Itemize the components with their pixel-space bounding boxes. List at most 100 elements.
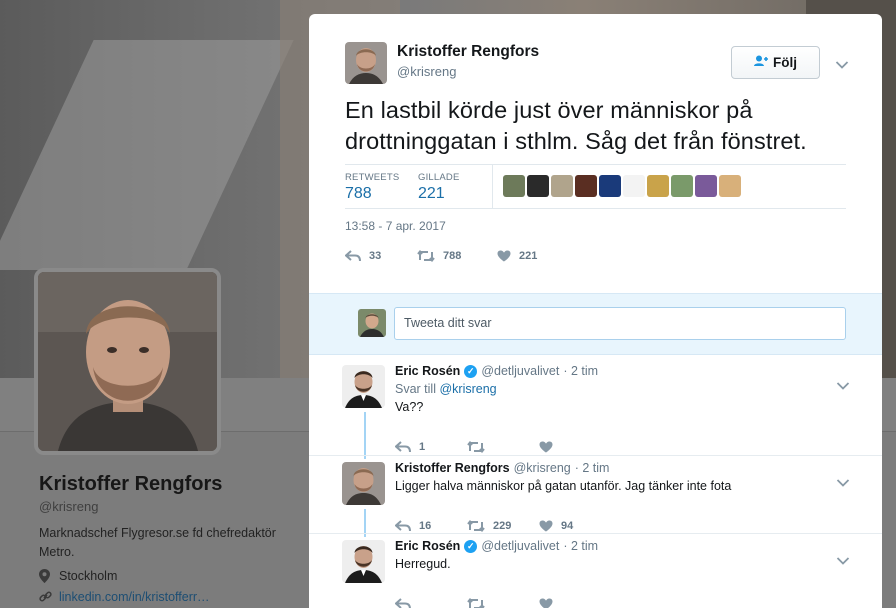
reply-actions: 1 [395, 441, 599, 453]
follow-button-label: Följ [773, 55, 797, 70]
liker-avatar[interactable] [599, 175, 621, 197]
reply-time[interactable]: · 2 tim [563, 364, 598, 378]
tweet-text: En lastbil körde just över människor på … [345, 97, 807, 154]
liker-avatar[interactable] [671, 175, 693, 197]
link-icon [39, 590, 52, 604]
reply-author-name[interactable]: Eric Rosén [395, 539, 460, 553]
verified-badge-icon: ✓ [464, 539, 478, 553]
reply-actions: 16 229 94 [395, 520, 599, 532]
more-options-chevron-down-icon[interactable] [835, 57, 849, 69]
liker-avatar[interactable] [503, 175, 525, 197]
stats-divider [492, 165, 493, 209]
profile-link[interactable]: linkedin.com/in/kristofferr… [39, 590, 210, 604]
reply-tweet[interactable]: Eric Rosén ✓ @detljuvalivet · 2 tim Herr… [309, 534, 882, 608]
reply-actions [395, 598, 599, 608]
reply-count: 16 [419, 520, 432, 532]
profile-handle: @krisreng [39, 499, 99, 514]
reply-author-name[interactable]: Eric Rosén [395, 364, 460, 378]
heart-icon [497, 250, 511, 262]
heart-icon [539, 520, 553, 532]
liker-avatar[interactable] [527, 175, 549, 197]
profile-bio: Marknadschef Flygresor.se fd chefredaktö… [39, 526, 276, 559]
likes-stat[interactable]: GILLADE 221 [418, 172, 460, 203]
reply-action[interactable]: 1 [395, 441, 467, 453]
reply-author-handle[interactable]: @krisreng [514, 461, 571, 475]
verified-badge-icon: ✓ [464, 364, 478, 378]
location-pin-icon [39, 569, 51, 583]
tweet-stats: RETWEETS 788 GILLADE 221 [345, 164, 846, 209]
follow-button[interactable]: Följ [731, 46, 820, 79]
likes-label: GILLADE [418, 172, 460, 183]
reply-action[interactable]: 16 [395, 520, 467, 532]
like-action[interactable] [539, 598, 599, 608]
liker-avatar[interactable] [551, 175, 573, 197]
reply-more-chevron-down-icon[interactable] [836, 475, 850, 487]
reply-author-handle[interactable]: @detljuvalivet [481, 539, 559, 553]
like-count: 94 [561, 520, 574, 532]
reply-icon [395, 441, 411, 453]
profile-location: Stockholm [39, 569, 117, 583]
tweet-permalink-modal: Kristoffer Rengfors @krisreng Följ En la… [309, 14, 882, 608]
author-name[interactable]: Kristoffer Rengfors [397, 43, 539, 61]
liker-avatar[interactable] [575, 175, 597, 197]
retweets-label: RETWEETS [345, 172, 400, 183]
likes-count: 221 [418, 185, 445, 202]
like-action[interactable]: 221 [497, 250, 567, 262]
thread-connector-line [364, 412, 366, 459]
liker-avatar[interactable] [623, 175, 645, 197]
reply-header: Eric Rosén ✓ @detljuvalivet · 2 tim [395, 364, 598, 378]
retweet-action[interactable] [467, 598, 539, 608]
reply-to-line: Svar till @krisreng [395, 382, 497, 396]
reply-input[interactable]: Tweeta ditt svar [394, 307, 846, 340]
like-action[interactable]: 94 [539, 520, 599, 532]
retweet-icon [417, 250, 435, 262]
author-handle[interactable]: @krisreng [397, 64, 456, 79]
retweet-icon [467, 598, 485, 608]
heart-icon [539, 441, 553, 453]
reply-avatar[interactable] [342, 365, 385, 408]
follow-user-icon [754, 55, 768, 70]
reply-icon [345, 250, 361, 262]
tweet-timestamp[interactable]: 13:58 - 7 apr. 2017 [345, 219, 446, 233]
reply-action[interactable] [395, 598, 467, 608]
profile-name[interactable]: Kristoffer Rengfors [39, 473, 222, 496]
reply-avatar[interactable] [342, 462, 385, 505]
reply-composer: Tweeta ditt svar [309, 293, 882, 355]
retweet-count: 788 [443, 250, 462, 262]
reply-text: Herregud. [395, 557, 451, 571]
reply-header: Kristoffer Rengfors @krisreng · 2 tim [395, 461, 609, 475]
retweet-icon [467, 520, 485, 532]
current-user-avatar [358, 309, 386, 337]
liker-avatar[interactable] [695, 175, 717, 197]
retweet-action[interactable]: 229 [467, 520, 539, 532]
reply-count: 33 [369, 250, 382, 262]
reply-time[interactable]: · 2 tim [563, 539, 598, 553]
like-action[interactable] [539, 441, 599, 453]
retweet-action[interactable] [467, 441, 539, 453]
profile-avatar[interactable] [34, 268, 221, 455]
reply-more-chevron-down-icon[interactable] [836, 553, 850, 565]
reply-icon [395, 520, 411, 532]
reply-more-chevron-down-icon[interactable] [836, 378, 850, 390]
retweets-count: 788 [345, 185, 372, 202]
profile-link-text[interactable]: linkedin.com/in/kristofferr… [59, 590, 210, 604]
reply-tweet[interactable]: Eric Rosén ✓ @detljuvalivet · 2 tim Svar… [309, 355, 882, 455]
reply-author-name[interactable]: Kristoffer Rengfors [395, 461, 510, 475]
reply-to-mention[interactable]: @krisreng [439, 382, 496, 396]
profile-location-text: Stockholm [59, 569, 118, 583]
reply-header: Eric Rosén ✓ @detljuvalivet · 2 tim [395, 539, 598, 553]
retweet-action[interactable]: 788 [417, 250, 497, 262]
reply-icon [395, 598, 411, 608]
liker-avatar[interactable] [719, 175, 741, 197]
tweet-actions: 33 788 221 [345, 250, 567, 262]
reply-avatar[interactable] [342, 540, 385, 583]
liker-avatar[interactable] [647, 175, 669, 197]
reply-time[interactable]: · 2 tim [575, 461, 610, 475]
reply-to-prefix: Svar till [395, 382, 436, 396]
reply-author-handle[interactable]: @detljuvalivet [481, 364, 559, 378]
retweet-stat[interactable]: RETWEETS 788 [345, 172, 399, 203]
reply-action[interactable]: 33 [345, 250, 417, 262]
reply-tweet[interactable]: Kristoffer Rengfors @krisreng · 2 tim Li… [309, 456, 882, 534]
author-avatar[interactable] [345, 42, 387, 84]
retweet-icon [467, 441, 485, 453]
